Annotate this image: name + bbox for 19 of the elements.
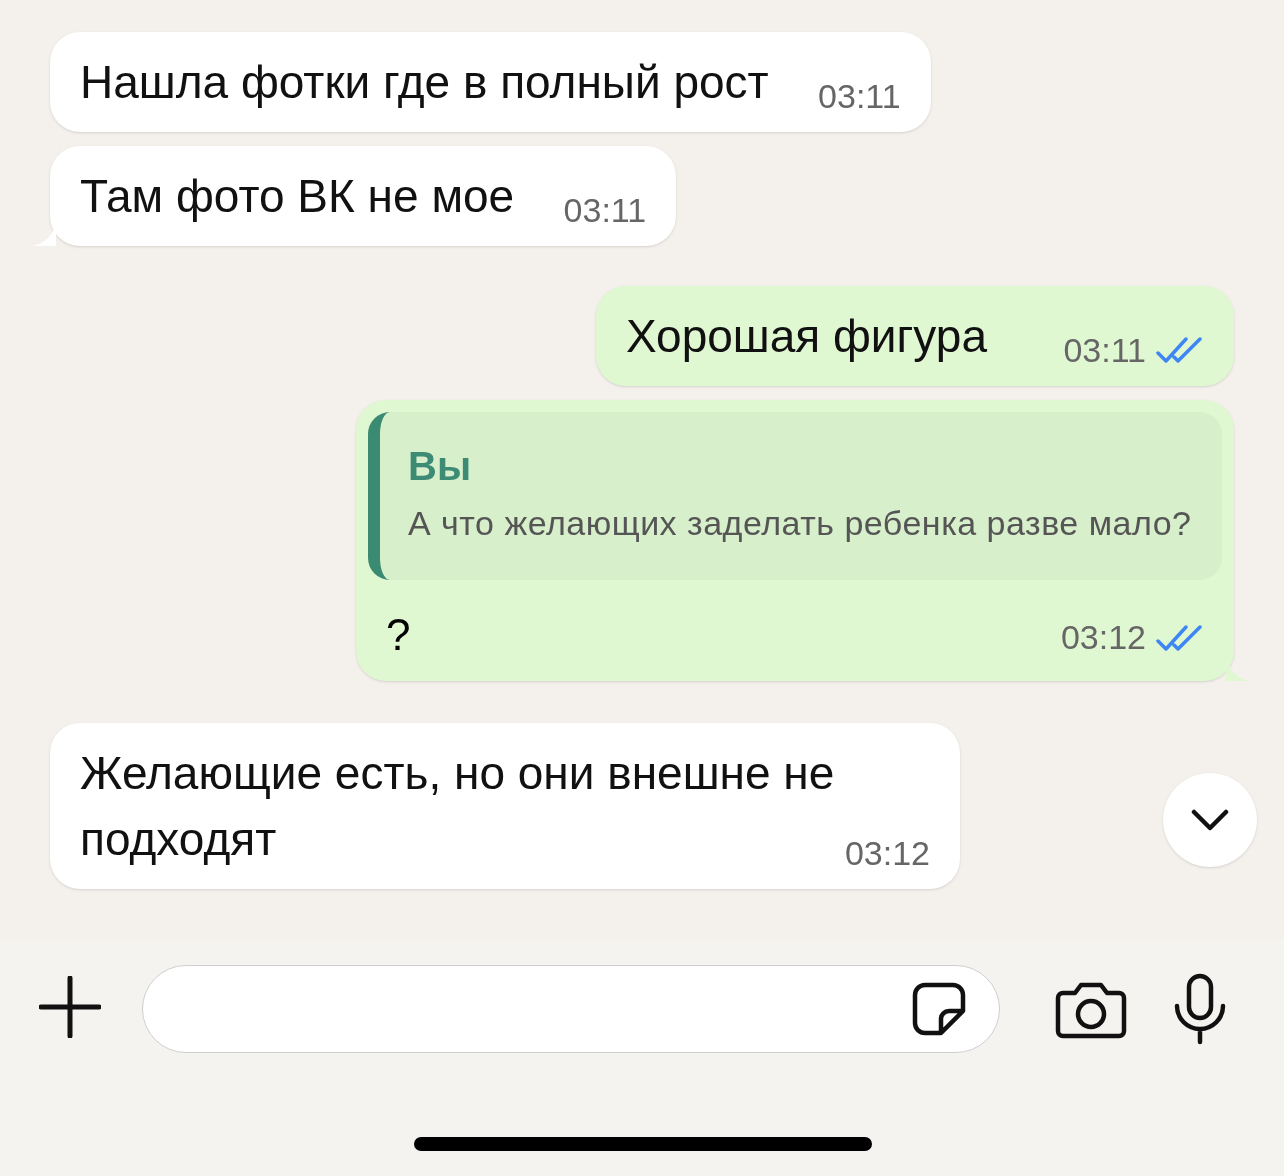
message-time: 03:12 [844, 833, 930, 873]
message-text: Там фото ВК не мое [80, 170, 515, 222]
message-text: Нашла фотки где в полный рост [80, 56, 769, 108]
camera-icon[interactable] [1055, 981, 1127, 1039]
message-text: Хорошая фигура [625, 310, 987, 362]
message-text: Желающие есть, но они внешне не подходят [80, 747, 835, 865]
quote-author: Вы [408, 443, 472, 490]
message-text: ? [386, 609, 411, 661]
add-button[interactable] [38, 975, 102, 1039]
quoted-message[interactable]: Вы А что желающих заделать ребенка разве мало? [368, 412, 1222, 580]
message-time: 03:11 [818, 76, 901, 116]
message-time: 03:12 [1060, 617, 1146, 658]
message-time: 03:11 [563, 190, 647, 230]
chevron-down-icon [1191, 809, 1229, 831]
plus-icon [39, 976, 101, 1038]
sticker-icon[interactable] [911, 981, 967, 1037]
quote-text: А что желающих заделать ребенка разве мало? [408, 503, 1193, 544]
microphone-icon[interactable] [1172, 973, 1228, 1045]
message-time: 03:11 [1063, 330, 1146, 370]
